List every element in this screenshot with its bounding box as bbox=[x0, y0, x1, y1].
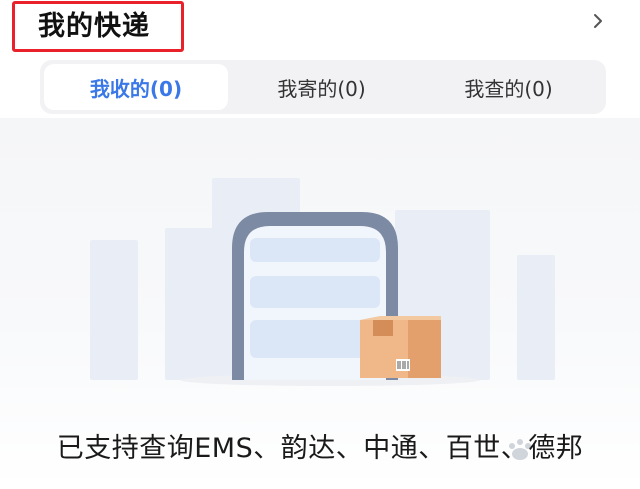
tab-sent[interactable]: 我寄的(0) bbox=[228, 64, 415, 110]
express-tabs: 我收的(0) 我寄的(0) 我查的(0) bbox=[40, 60, 606, 114]
tab-received[interactable]: 我收的(0) bbox=[44, 64, 228, 110]
chevron-right-icon[interactable] bbox=[588, 11, 608, 31]
package-icon bbox=[360, 316, 441, 378]
watermark-logo bbox=[509, 439, 531, 460]
annotation-highlight-box bbox=[12, 1, 184, 52]
phone-package-illustration bbox=[90, 178, 555, 386]
tab-queried[interactable]: 我查的(0) bbox=[415, 64, 602, 110]
section-header: 我的快递 bbox=[0, 0, 640, 58]
